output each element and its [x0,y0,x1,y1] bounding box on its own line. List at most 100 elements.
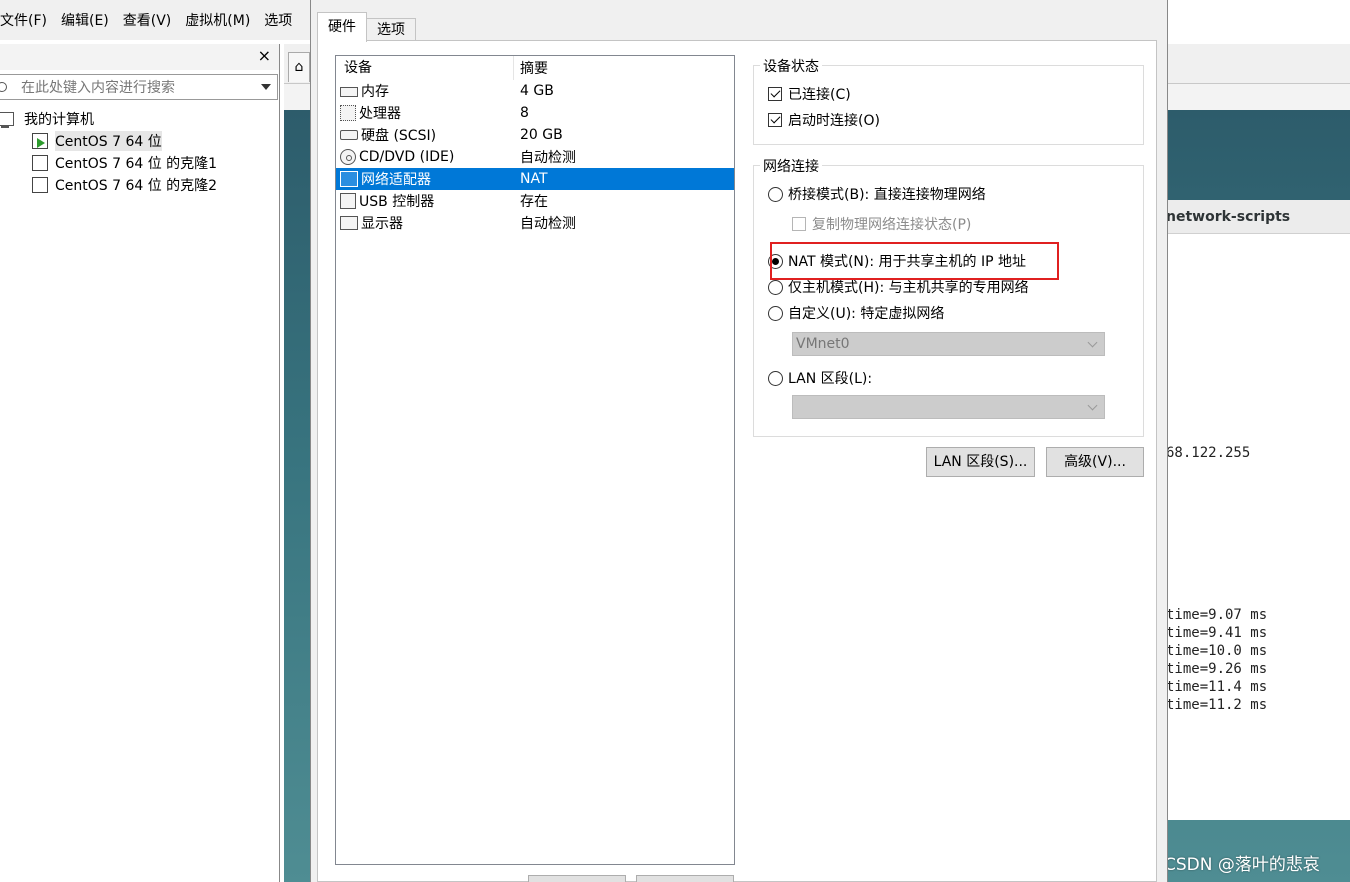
main-menubar: 文件(F) 编辑(E) 查看(V) 虚拟机(M) 选项 [0,0,320,40]
lan-segment-radio[interactable] [768,370,783,386]
tree-item-vm[interactable]: CentOS 7 64 位 的克隆2 [0,174,280,196]
connect-on-power-checkbox[interactable] [768,113,782,127]
device-row-usb[interactable]: USB 控制器 存在 [336,190,734,212]
connected-checkbox-row[interactable]: 已连接(C) [768,84,851,104]
dialog-body: 设备 摘要 内存 4 GB 处理器 8 硬盘 (SCSI) 20 GB CD/D… [317,40,1157,882]
connect-on-power-row[interactable]: 启动时连接(O) [768,110,880,130]
lan-segments-button[interactable]: LAN 区段(S)... [926,447,1035,477]
home-icon: ⌂ [294,59,304,75]
terminal-line: time=9.07 ms [1166,607,1268,623]
device-name: 网络适配器 [361,172,431,188]
host-only-label: 仅主机模式(H): 与主机共享的专用网络 [788,280,1029,296]
tree-item-vm[interactable]: CentOS 7 64 位 [0,130,280,152]
lan-segment-label: LAN 区段(L): [788,371,873,387]
vm-running-icon [29,133,48,152]
search-input[interactable]: 在此处键入内容进行搜索 [21,77,261,97]
device-row-memory[interactable]: 内存 4 GB [336,80,734,102]
menu-options[interactable]: 选项 [258,10,300,30]
remove-button[interactable] [636,875,734,882]
tree-item-label: CentOS 7 64 位 的克隆2 [55,178,218,194]
usb-icon [340,193,356,209]
highlight-annotation [770,242,1059,280]
computer-icon [0,112,14,128]
chevron-down-icon[interactable] [261,84,271,90]
bridged-radio-row[interactable]: 桥接模式(B): 直接连接物理网络 [768,184,986,204]
hard-disk-icon [340,130,358,140]
add-button[interactable] [528,875,626,882]
lan-segment-radio-row[interactable]: LAN 区段(L): [768,368,872,388]
device-name: 硬盘 (SCSI) [361,128,437,144]
device-row-display[interactable]: 显示器 自动检测 [336,212,734,234]
terminal-broadcast: 68.122.255 [1166,445,1251,461]
tree-item-label: CentOS 7 64 位 [55,131,162,151]
terminal-line: time=9.41 ms [1166,625,1268,641]
device-status-group: 设备状态 已连接(C) 启动时连接(O) [753,56,1144,145]
terminal-line: time=11.2 ms [1166,697,1268,713]
device-list-header: 设备 摘要 [336,56,734,80]
connected-checkbox[interactable] [768,87,782,101]
library-header: × [0,44,279,70]
library-panel: × 在此处键入内容进行搜索 我的计算机 CentOS 7 64 位 CentOS… [0,44,280,882]
custom-network-value: VMnet0 [796,336,850,352]
bridged-radio[interactable] [768,186,783,202]
cpu-icon [340,105,356,121]
custom-radio-row[interactable]: 自定义(U): 特定虚拟网络 [768,303,944,323]
vm-settings-dialog: 硬件 选项 设备 摘要 内存 4 GB 处理器 8 硬盘 (SCSI) 20 G… [310,0,1168,882]
terminal-line: time=9.26 ms [1166,661,1268,677]
device-row-cd-dvd[interactable]: CD/DVD (IDE) 自动检测 [336,146,734,168]
display-icon [340,216,358,230]
device-row-network-adapter[interactable]: 网络适配器 NAT [336,168,734,190]
tab-hardware[interactable]: 硬件 [317,12,367,42]
tree-item-my-computer[interactable]: 我的计算机 [0,108,280,130]
advanced-button[interactable]: 高级(V)... [1046,447,1144,477]
menu-file[interactable]: 文件(F) [0,10,55,30]
replicate-state-checkbox[interactable] [792,217,806,231]
device-summary: 4 GB [520,83,554,99]
bridged-label: 桥接模式(B): 直接连接物理网络 [788,187,986,203]
device-name: CD/DVD (IDE) [359,149,455,165]
device-summary: 存在 [520,194,548,210]
chevron-down-icon [1087,400,1098,411]
tree-item-label: CentOS 7 64 位 的克隆1 [55,156,218,172]
custom-label: 自定义(U): 特定虚拟网络 [788,306,945,322]
vm-icon [29,177,48,196]
column-device[interactable]: 设备 [336,56,514,80]
device-name: 内存 [361,84,389,100]
device-summary: 自动检测 [520,216,576,232]
home-tab[interactable]: ⌂ [288,52,310,82]
connect-on-power-label: 启动时连接(O) [788,113,880,129]
host-only-radio[interactable] [768,279,783,295]
tree-item-vm[interactable]: CentOS 7 64 位 的克隆1 [0,152,280,174]
network-adapter-icon [340,171,358,187]
search-icon [0,82,7,92]
lan-segment-select[interactable] [792,395,1105,419]
cd-dvd-icon [340,149,356,165]
device-name: USB 控制器 [359,194,435,210]
terminal-line: time=11.4 ms [1166,679,1268,695]
device-name: 显示器 [361,216,403,232]
menu-edit[interactable]: 编辑(E) [55,10,117,30]
terminal-line: time=10.0 ms [1166,643,1268,659]
vm-icon [29,155,48,174]
menu-view[interactable]: 查看(V) [117,10,180,30]
network-connection-group: 网络连接 桥接模式(B): 直接连接物理网络 复制物理网络连接状态(P) NAT… [753,156,1144,437]
connected-label: 已连接(C) [788,87,851,103]
replicate-state-row[interactable]: 复制物理网络连接状态(P) [792,214,971,234]
close-icon[interactable]: × [258,46,271,65]
menu-vm[interactable]: 虚拟机(M) [179,10,258,30]
custom-radio[interactable] [768,305,783,321]
tab-options[interactable]: 选项 [366,18,416,42]
group-title: 网络连接 [760,156,822,176]
device-row-hard-disk[interactable]: 硬盘 (SCSI) 20 GB [336,124,734,146]
library-search[interactable]: 在此处键入内容进行搜索 [0,74,278,100]
device-name: 处理器 [359,106,401,122]
tree-item-label: 我的计算机 [24,112,94,128]
column-summary[interactable]: 摘要 [514,58,548,78]
device-summary: 8 [520,105,529,121]
host-only-radio-row[interactable]: 仅主机模式(H): 与主机共享的专用网络 [768,277,1029,297]
device-row-cpu[interactable]: 处理器 8 [336,102,734,124]
chevron-down-icon [1087,337,1098,348]
device-list: 设备 摘要 内存 4 GB 处理器 8 硬盘 (SCSI) 20 GB CD/D… [335,55,735,865]
custom-network-select[interactable]: VMnet0 [792,332,1105,356]
guest-terminal-window: network-scripts 68.122.255 time=9.07 ms … [1160,200,1350,820]
